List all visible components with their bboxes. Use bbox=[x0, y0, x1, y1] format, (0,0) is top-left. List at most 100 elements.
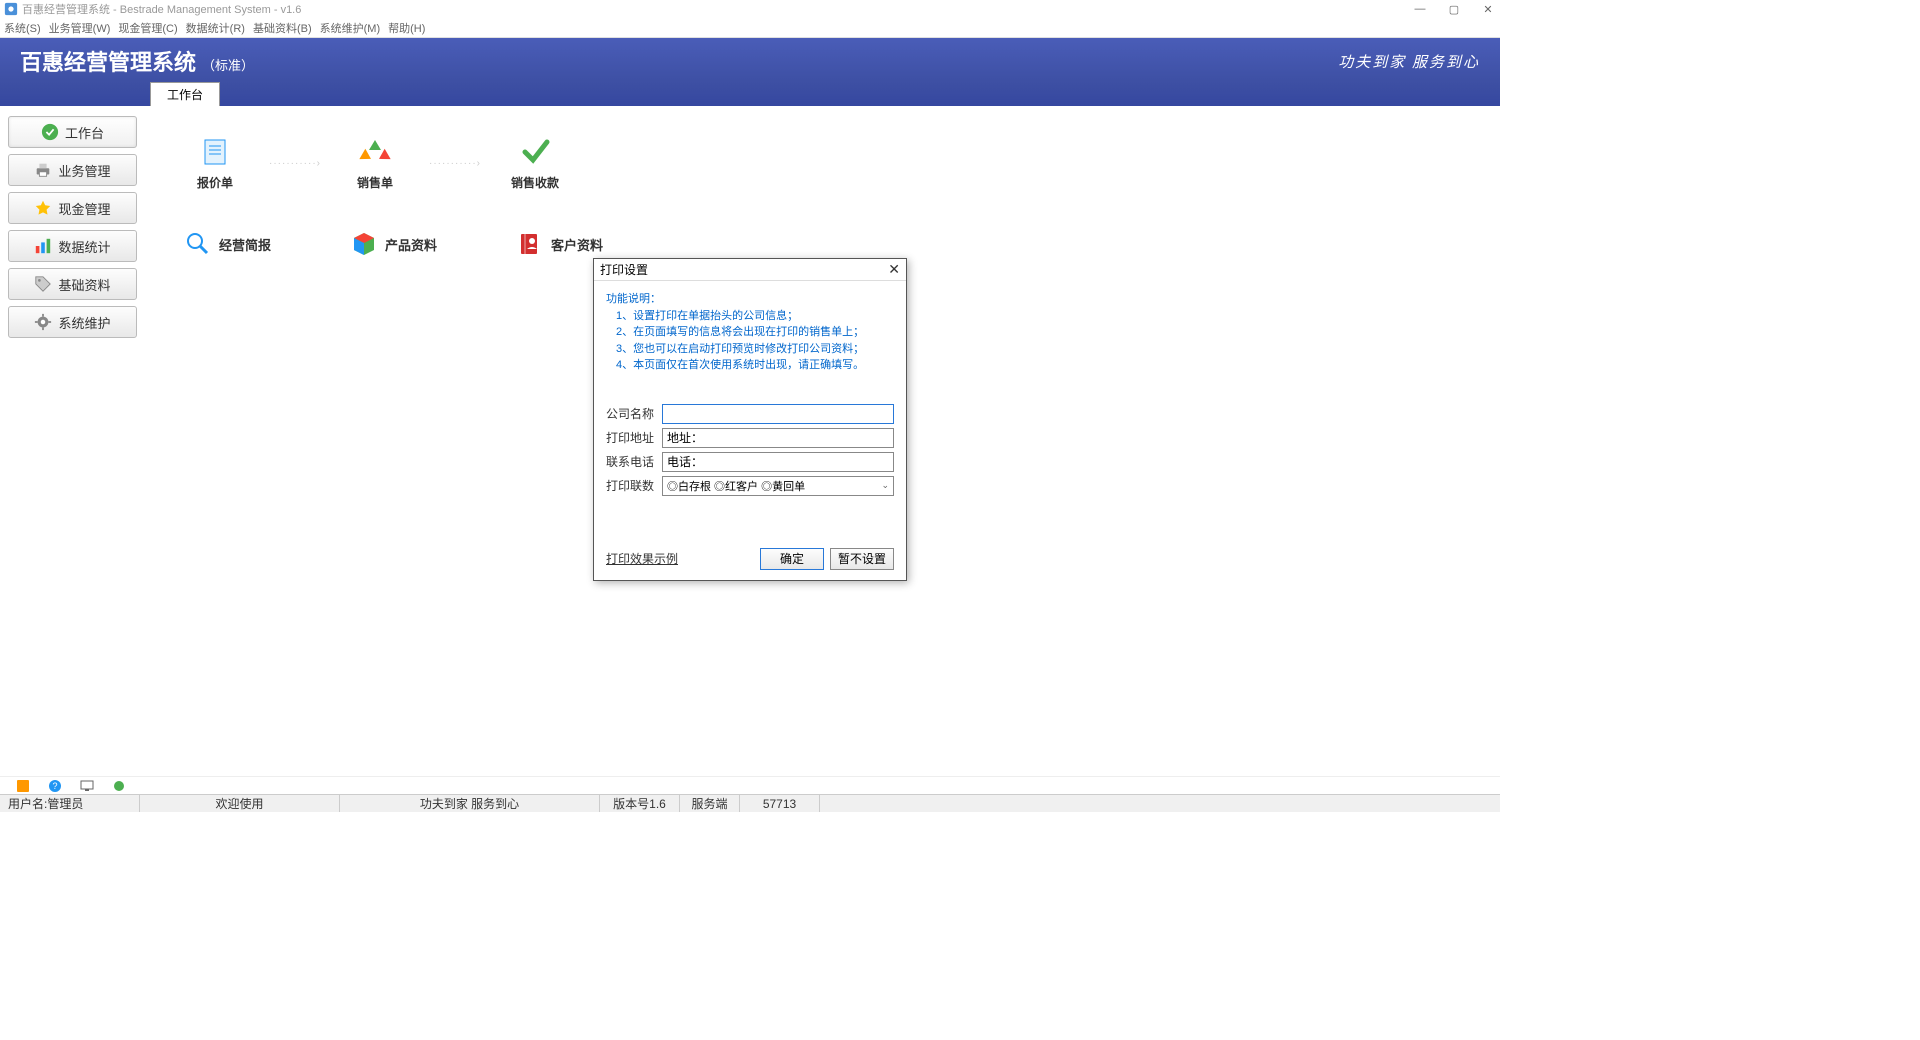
check-icon bbox=[41, 123, 59, 141]
magnifier-icon bbox=[185, 231, 211, 257]
workflow-label: 销售收款 bbox=[511, 174, 559, 191]
phone-input[interactable] bbox=[662, 452, 894, 472]
header-subtitle: （标准） bbox=[202, 55, 254, 74]
desc-line: 2、在页面填写的信息将会出现在打印的销售单上； bbox=[606, 324, 894, 341]
recycle-icon bbox=[359, 136, 391, 168]
status-bar: 用户名:管理员 欢迎使用 功夫到家 服务到心 版本号1.6 服务端 57713 bbox=[0, 794, 1500, 812]
dialog-footer: 打印效果示例 确定 暂不设置 bbox=[594, 540, 906, 580]
status-motto: 功夫到家 服务到心 bbox=[340, 795, 600, 812]
skip-button[interactable]: 暂不设置 bbox=[830, 548, 894, 570]
desc-line: 1、设置打印在单据抬头的公司信息； bbox=[606, 308, 894, 325]
workflow-receipt[interactable]: 销售收款 bbox=[505, 136, 565, 191]
menu-cash[interactable]: 现金管理(C) bbox=[118, 20, 177, 36]
header-slogan: 功夫到家 服务到心 bbox=[1338, 51, 1480, 72]
form-row-copies: 打印联数 ◎白存根 ◎红客户 ◎黄回单 ⌄ bbox=[606, 476, 894, 496]
tab-row: 工作台 bbox=[0, 84, 1500, 106]
dialog-description: 功能说明： 1、设置打印在单据抬头的公司信息； 2、在页面填写的信息将会出现在打… bbox=[606, 291, 894, 374]
app-icon bbox=[4, 2, 18, 16]
box-icon bbox=[351, 231, 377, 257]
company-input[interactable] bbox=[662, 404, 894, 424]
checkmark-icon bbox=[519, 136, 551, 168]
workflow-quote[interactable]: 报价单 bbox=[185, 136, 245, 191]
help-icon[interactable]: ? bbox=[48, 779, 62, 793]
tag-icon bbox=[34, 275, 52, 293]
workflow-label: 报价单 bbox=[197, 174, 233, 191]
tab-workbench[interactable]: 工作台 bbox=[150, 82, 220, 106]
sidebar-item-label: 数据统计 bbox=[58, 237, 110, 256]
copies-select[interactable]: ◎白存根 ◎红客户 ◎黄回单 ⌄ bbox=[662, 476, 894, 496]
dialog-body: 功能说明： 1、设置打印在单据抬头的公司信息； 2、在页面填写的信息将会出现在打… bbox=[594, 281, 906, 510]
address-label: 打印地址 bbox=[606, 429, 656, 446]
star-icon bbox=[34, 199, 52, 217]
window-title: 百惠经营管理系统 - Bestrade Management System - … bbox=[22, 1, 301, 17]
address-input[interactable] bbox=[662, 428, 894, 448]
status-user: 用户名:管理员 bbox=[0, 795, 140, 812]
form-row-address: 打印地址 bbox=[606, 428, 894, 448]
sidebar-item-label: 工作台 bbox=[65, 123, 104, 142]
menu-business[interactable]: 业务管理(W) bbox=[49, 20, 111, 36]
phone-label: 联系电话 bbox=[606, 453, 656, 470]
svg-text:?: ? bbox=[52, 781, 57, 791]
copies-label: 打印联数 bbox=[606, 477, 656, 494]
arrow-icon: ···········› bbox=[265, 158, 325, 169]
workflow-label: 销售单 bbox=[357, 174, 393, 191]
feature-label: 产品资料 bbox=[385, 235, 437, 254]
printer-icon bbox=[34, 161, 52, 179]
sidebar-basic[interactable]: 基础资料 bbox=[8, 268, 137, 300]
menu-basic[interactable]: 基础资料(B) bbox=[253, 20, 312, 36]
feature-row: 经营简报 产品资料 客户资料 bbox=[185, 231, 1460, 257]
sidebar-item-label: 业务管理 bbox=[58, 161, 110, 180]
window-controls: — ▢ ✕ bbox=[1412, 3, 1496, 16]
company-label: 公司名称 bbox=[606, 405, 656, 422]
form-row-company: 公司名称 bbox=[606, 404, 894, 424]
sidebar-business[interactable]: 业务管理 bbox=[8, 154, 137, 186]
desc-title: 功能说明： bbox=[606, 291, 894, 308]
maximize-button[interactable]: ▢ bbox=[1446, 3, 1462, 16]
menu-bar: 系统(S) 业务管理(W) 现金管理(C) 数据统计(R) 基础资料(B) 系统… bbox=[0, 18, 1500, 38]
workflow-row: 报价单 ···········› 销售单 ···········› 销售收款 bbox=[185, 136, 1460, 191]
feature-customer[interactable]: 客户资料 bbox=[517, 231, 603, 257]
status-server: 服务端 bbox=[680, 795, 740, 812]
menu-stats[interactable]: 数据统计(R) bbox=[186, 20, 245, 36]
sidebar-stats[interactable]: 数据统计 bbox=[8, 230, 137, 262]
book-icon bbox=[517, 231, 543, 257]
dialog-header: 打印设置 ✕ bbox=[594, 259, 906, 281]
minimize-button[interactable]: — bbox=[1412, 3, 1428, 16]
status-port: 57713 bbox=[740, 795, 820, 812]
chart-icon bbox=[34, 237, 52, 255]
print-settings-dialog: 打印设置 ✕ 功能说明： 1、设置打印在单据抬头的公司信息； 2、在页面填写的信… bbox=[593, 258, 907, 581]
ok-button[interactable]: 确定 bbox=[760, 548, 824, 570]
close-button[interactable]: ✕ bbox=[1480, 3, 1496, 16]
desc-line: 3、您也可以在启动打印预览时修改打印公司资料； bbox=[606, 341, 894, 358]
gear-icon bbox=[34, 313, 52, 331]
print-preview-link[interactable]: 打印效果示例 bbox=[606, 550, 678, 567]
menu-maintenance[interactable]: 系统维护(M) bbox=[320, 20, 381, 36]
note-icon[interactable] bbox=[16, 779, 30, 793]
arrow-icon: ···········› bbox=[425, 158, 485, 169]
dialog-close-button[interactable]: ✕ bbox=[888, 261, 900, 278]
document-icon bbox=[199, 136, 231, 168]
screen-icon[interactable] bbox=[80, 779, 94, 793]
title-bar: 百惠经营管理系统 - Bestrade Management System - … bbox=[0, 0, 1500, 18]
status-version: 版本号1.6 bbox=[600, 795, 680, 812]
status-icon[interactable] bbox=[112, 779, 126, 793]
feature-report[interactable]: 经营简报 bbox=[185, 231, 271, 257]
sidebar-item-label: 现金管理 bbox=[58, 199, 110, 218]
menu-system[interactable]: 系统(S) bbox=[4, 20, 41, 36]
sidebar-workbench[interactable]: 工作台 bbox=[8, 116, 137, 148]
feature-label: 经营简报 bbox=[219, 235, 271, 254]
feature-product[interactable]: 产品资料 bbox=[351, 231, 437, 257]
sidebar-item-label: 系统维护 bbox=[58, 313, 110, 332]
sidebar-item-label: 基础资料 bbox=[58, 275, 110, 294]
status-welcome: 欢迎使用 bbox=[140, 795, 340, 812]
desc-line: 4、本页面仅在首次使用系统时出现，请正确填写。 bbox=[606, 357, 894, 374]
menu-help[interactable]: 帮助(H) bbox=[388, 20, 425, 36]
sidebar-cash[interactable]: 现金管理 bbox=[8, 192, 137, 224]
copies-value: ◎白存根 ◎红客户 ◎黄回单 bbox=[667, 478, 805, 494]
bottom-icons-bar: ? bbox=[0, 776, 1500, 794]
dialog-title: 打印设置 bbox=[600, 261, 648, 278]
header-title: 百惠经营管理系统 bbox=[20, 45, 196, 77]
chevron-down-icon: ⌄ bbox=[881, 480, 889, 491]
sidebar-maintenance[interactable]: 系统维护 bbox=[8, 306, 137, 338]
workflow-sales[interactable]: 销售单 bbox=[345, 136, 405, 191]
